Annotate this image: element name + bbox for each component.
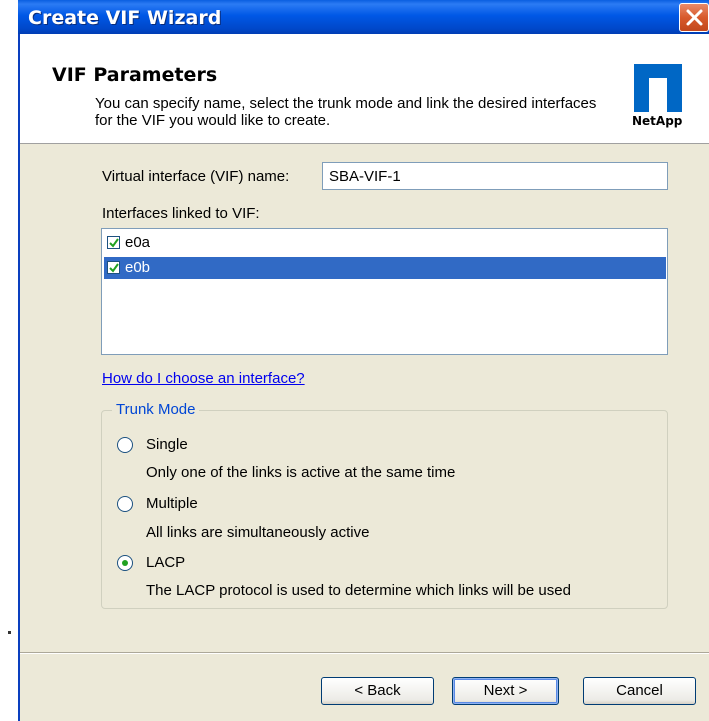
radio-selected-dot [122, 560, 128, 566]
close-icon [686, 9, 703, 26]
stray-mark [8, 631, 11, 634]
radio-multiple[interactable] [117, 496, 133, 512]
button-separator [20, 652, 709, 654]
cancel-button[interactable]: Cancel [583, 677, 696, 705]
checkmark-icon [109, 238, 119, 248]
radio-lacp[interactable] [117, 555, 133, 571]
radio-single[interactable] [117, 437, 133, 453]
netapp-logo-icon [634, 64, 682, 112]
trunk-mode-label: Trunk Mode [112, 401, 200, 418]
vif-name-label: Virtual interface (VIF) name: [102, 168, 290, 185]
back-button[interactable]: < Back [321, 677, 434, 705]
page-title: VIF Parameters [52, 64, 218, 86]
radio-lacp-label[interactable]: LACP [146, 554, 185, 571]
help-link[interactable]: How do I choose an interface? [102, 370, 305, 387]
vif-name-input[interactable] [322, 162, 668, 190]
list-item[interactable]: e0a [104, 232, 666, 254]
radio-lacp-description: The LACP protocol is used to determine w… [146, 582, 571, 599]
page-description: You can specify name, select the trunk m… [95, 95, 597, 129]
title-bar[interactable]: Create VIF Wizard [18, 0, 709, 34]
interfaces-listbox[interactable]: e0a e0b [101, 228, 668, 355]
radio-single-label[interactable]: Single [146, 436, 188, 453]
next-button[interactable]: Next > [452, 677, 559, 705]
checkbox[interactable] [107, 261, 120, 274]
radio-single-description: Only one of the links is active at the s… [146, 464, 456, 481]
list-item-label: e0a [125, 234, 151, 251]
logo-text: NetApp [632, 114, 683, 128]
list-item[interactable]: e0b [104, 257, 666, 279]
checkbox[interactable] [107, 236, 120, 249]
close-button[interactable] [679, 3, 709, 32]
checkmark-icon [109, 263, 119, 273]
list-item-label: e0b [125, 259, 151, 276]
window-title: Create VIF Wizard [28, 7, 222, 29]
interfaces-label: Interfaces linked to VIF: [102, 205, 260, 222]
radio-multiple-label[interactable]: Multiple [146, 495, 198, 512]
radio-multiple-description: All links are simultaneously active [146, 524, 370, 541]
wizard-header: VIF Parameters You can specify name, sel… [20, 34, 709, 144]
netapp-logo: NetApp [630, 64, 690, 128]
